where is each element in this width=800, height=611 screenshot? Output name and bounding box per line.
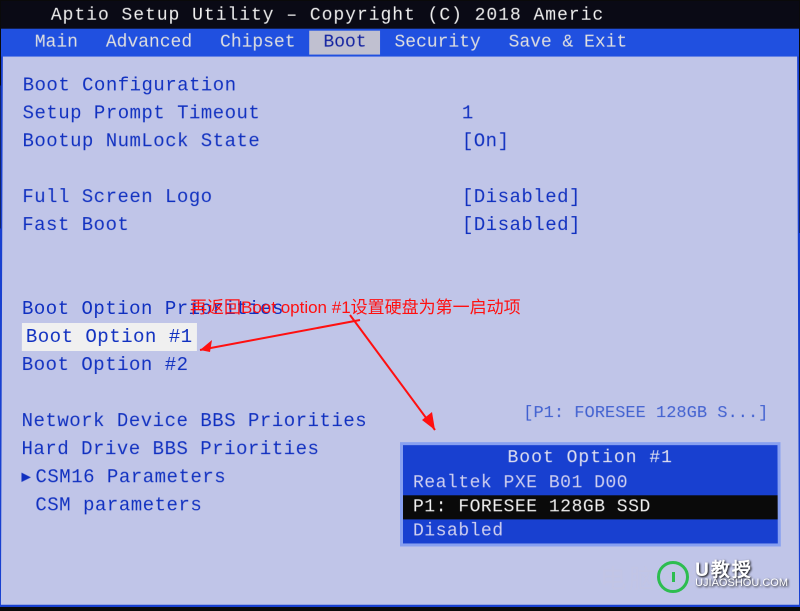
popup-option-pxe[interactable]: Realtek PXE B01 D00: [403, 471, 778, 495]
boot-config-header: Boot Configuration: [23, 72, 778, 100]
menu-security[interactable]: Security: [381, 31, 495, 55]
setup-prompt-label: Setup Prompt Timeout: [23, 99, 462, 127]
watermark-logo-icon: [657, 561, 689, 593]
menu-save-exit[interactable]: Save & Exit: [495, 31, 642, 55]
annotation-arrow-right-icon: [340, 310, 480, 450]
setup-prompt-value: 1: [462, 99, 474, 127]
menu-chipset[interactable]: Chipset: [206, 31, 309, 55]
boot-option-1-label: Boot Option #1: [22, 323, 197, 351]
menu-main[interactable]: Main: [21, 31, 92, 55]
menu-boot[interactable]: Boot: [309, 31, 380, 55]
boot-option-2-label: Boot Option #2: [22, 351, 189, 379]
submenu-arrow-icon: ▸: [21, 463, 35, 491]
full-screen-logo-value: [Disabled]: [462, 183, 581, 211]
boot-option-popup: Boot Option #1 Realtek PXE B01 D00 P1: F…: [400, 442, 781, 546]
menu-advanced[interactable]: Advanced: [92, 31, 206, 55]
numlock-label: Bootup NumLock State: [22, 127, 461, 155]
title-bar: Aptio Setup Utility – Copyright (C) 2018…: [1, 1, 799, 29]
numlock-value: [On]: [462, 127, 510, 155]
setup-prompt-row[interactable]: Setup Prompt Timeout 1: [23, 99, 778, 127]
watermark: U教授 UJIAOSHOU.COM: [657, 561, 788, 593]
popup-option-ssd[interactable]: P1: FORESEE 128GB SSD: [403, 495, 778, 519]
full-screen-logo-label: Full Screen Logo: [22, 183, 462, 211]
current-boot-value: [P1: FORESEE 128GB S...]: [523, 404, 768, 423]
watermark-text: U教授 UJIAOSHOU.COM: [695, 564, 788, 590]
menu-bar: Main Advanced Chipset Boot Security Save…: [1, 29, 799, 57]
numlock-row[interactable]: Bootup NumLock State [On]: [22, 127, 777, 155]
fast-boot-value: [Disabled]: [462, 211, 581, 239]
fast-boot-row[interactable]: Fast Boot [Disabled]: [22, 211, 778, 239]
annotation-text: 再返回Boot option #1设置硬盘为第一启动项: [190, 293, 521, 318]
popup-option-disabled[interactable]: Disabled: [403, 519, 778, 543]
fast-boot-label: Fast Boot: [22, 211, 462, 239]
full-screen-logo-row[interactable]: Full Screen Logo [Disabled]: [22, 183, 777, 211]
